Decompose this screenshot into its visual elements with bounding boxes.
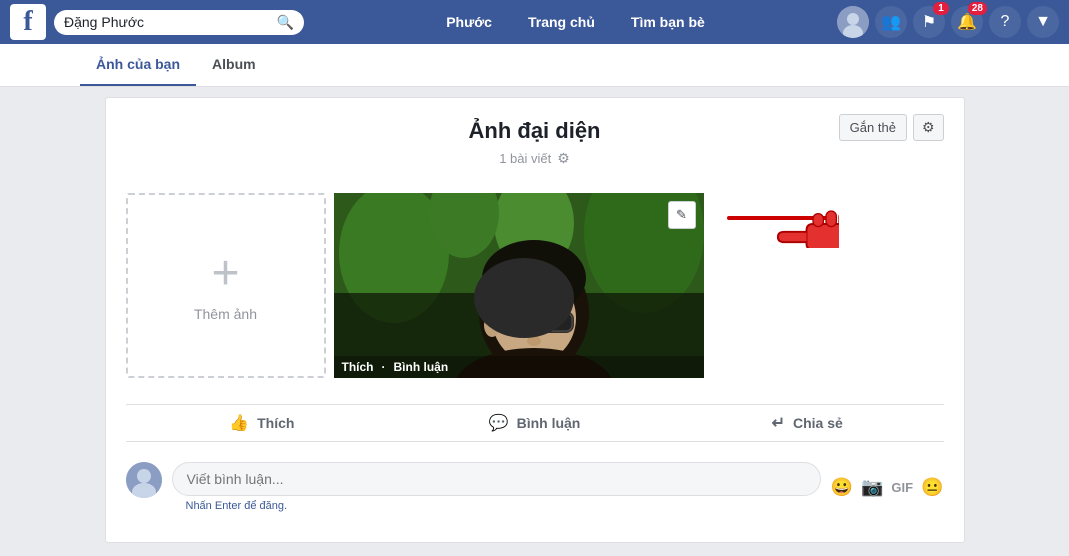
- nav-profile[interactable]: Phước: [438, 10, 500, 34]
- nav-friends[interactable]: Tìm bạn bè: [623, 10, 713, 34]
- alert-badge: 28: [968, 2, 987, 15]
- arrow-annotation: [709, 188, 839, 251]
- like-label: Thích: [257, 415, 294, 431]
- like-action-btn[interactable]: 👍 Thích: [126, 405, 399, 441]
- comment-label: Bình luận: [517, 415, 581, 431]
- gif-icon[interactable]: GIF: [891, 480, 913, 495]
- fb-letter: f: [23, 8, 32, 36]
- share-icon: ↵: [772, 413, 785, 433]
- comment-box: Nhấn Enter để đăng. 😀 📷 GIF 😐: [106, 452, 964, 522]
- commenter-avatar: [126, 462, 162, 498]
- photo-image: [334, 193, 704, 378]
- post-count: 1 bài viết: [499, 151, 551, 166]
- meta-gear-icon[interactable]: ⚙: [557, 150, 570, 167]
- people-icon-btn[interactable]: 👥: [875, 6, 907, 38]
- search-input[interactable]: [64, 14, 273, 30]
- comment-input-wrap: Nhấn Enter để đăng.: [172, 462, 821, 512]
- facebook-logo[interactable]: f: [10, 4, 46, 40]
- pencil-icon: ✎: [676, 207, 687, 223]
- question-icon: ?: [1001, 13, 1010, 31]
- dropdown-btn[interactable]: ▼: [1027, 6, 1059, 38]
- overlay-comment[interactable]: Bình luận: [394, 360, 449, 374]
- notifications-icon-btn[interactable]: ⚑ 1: [913, 6, 945, 38]
- comment-input[interactable]: [172, 462, 821, 496]
- photo-item: Thích · Bình luận ✎: [334, 193, 704, 378]
- overlay-like[interactable]: Thích: [342, 360, 374, 374]
- user-avatar[interactable]: [837, 6, 869, 38]
- photo-overlay: Thích · Bình luận: [334, 356, 704, 378]
- sticker-icon[interactable]: 😐: [921, 477, 943, 498]
- people-icon: 👥: [881, 12, 901, 32]
- tag-button[interactable]: Gắn thẻ: [839, 114, 907, 141]
- camera-icon[interactable]: 📷: [861, 477, 883, 498]
- comment-hint: Nhấn Enter để đăng.: [186, 500, 821, 512]
- photo-header: Gắn thẻ ⚙ Ảnh đại diện 1 bài viết ⚙: [106, 98, 964, 177]
- navbar-right: 👥 ⚑ 1 🔔 28 ? ▼: [837, 6, 1059, 38]
- photo-meta: 1 bài viết ⚙: [106, 150, 964, 167]
- photo-section-title: Ảnh đại diện: [106, 118, 964, 144]
- comment-icon: 💬: [489, 413, 509, 433]
- settings-button[interactable]: ⚙: [913, 114, 944, 141]
- tab-albums[interactable]: Album: [196, 44, 272, 86]
- header-actions: Gắn thẻ ⚙: [839, 114, 944, 141]
- help-icon-btn[interactable]: ?: [989, 6, 1021, 38]
- add-photo-label: Thêm ảnh: [194, 306, 257, 322]
- share-label: Chia sẻ: [793, 415, 843, 431]
- bell-icon: 🔔: [957, 12, 977, 32]
- main-content: Gắn thẻ ⚙ Ảnh đại diện 1 bài viết ⚙ + Th…: [105, 97, 965, 543]
- alerts-icon-btn[interactable]: 🔔 28: [951, 6, 983, 38]
- photo-grid: + Thêm ảnh: [106, 177, 964, 394]
- gear-icon: ⚙: [922, 119, 935, 135]
- search-icon: 🔍: [277, 14, 294, 31]
- emoji-icon[interactable]: 😀: [831, 477, 853, 498]
- overlay-separator: ·: [382, 360, 386, 374]
- comment-action-btn[interactable]: 💬 Bình luận: [398, 405, 671, 441]
- add-photo-box[interactable]: + Thêm ảnh: [126, 193, 326, 378]
- edit-photo-button[interactable]: ✎: [668, 201, 696, 229]
- add-photo-plus-icon: +: [211, 250, 239, 298]
- nav-links: Phước Trang chủ Tìm bạn bè: [314, 10, 837, 34]
- action-bar: 👍 Thích 💬 Bình luận ↵ Chia sẻ: [126, 404, 944, 442]
- thumbs-up-icon: 👍: [229, 413, 249, 433]
- notification-badge: 1: [933, 2, 949, 15]
- nav-home[interactable]: Trang chủ: [520, 10, 603, 34]
- flag-icon: ⚑: [922, 12, 936, 32]
- navbar: f 🔍 Phước Trang chủ Tìm bạn bè 👥 ⚑ 1 🔔 2…: [0, 0, 1069, 44]
- comment-actions: 😀 📷 GIF 😐: [831, 477, 944, 498]
- tab-your-photos[interactable]: Ảnh của bạn: [80, 44, 196, 86]
- search-bar[interactable]: 🔍: [54, 10, 304, 35]
- share-action-btn[interactable]: ↵ Chia sẻ: [671, 405, 944, 441]
- tabs-bar: Ảnh của bạn Album: [0, 44, 1069, 87]
- chevron-down-icon: ▼: [1035, 13, 1051, 31]
